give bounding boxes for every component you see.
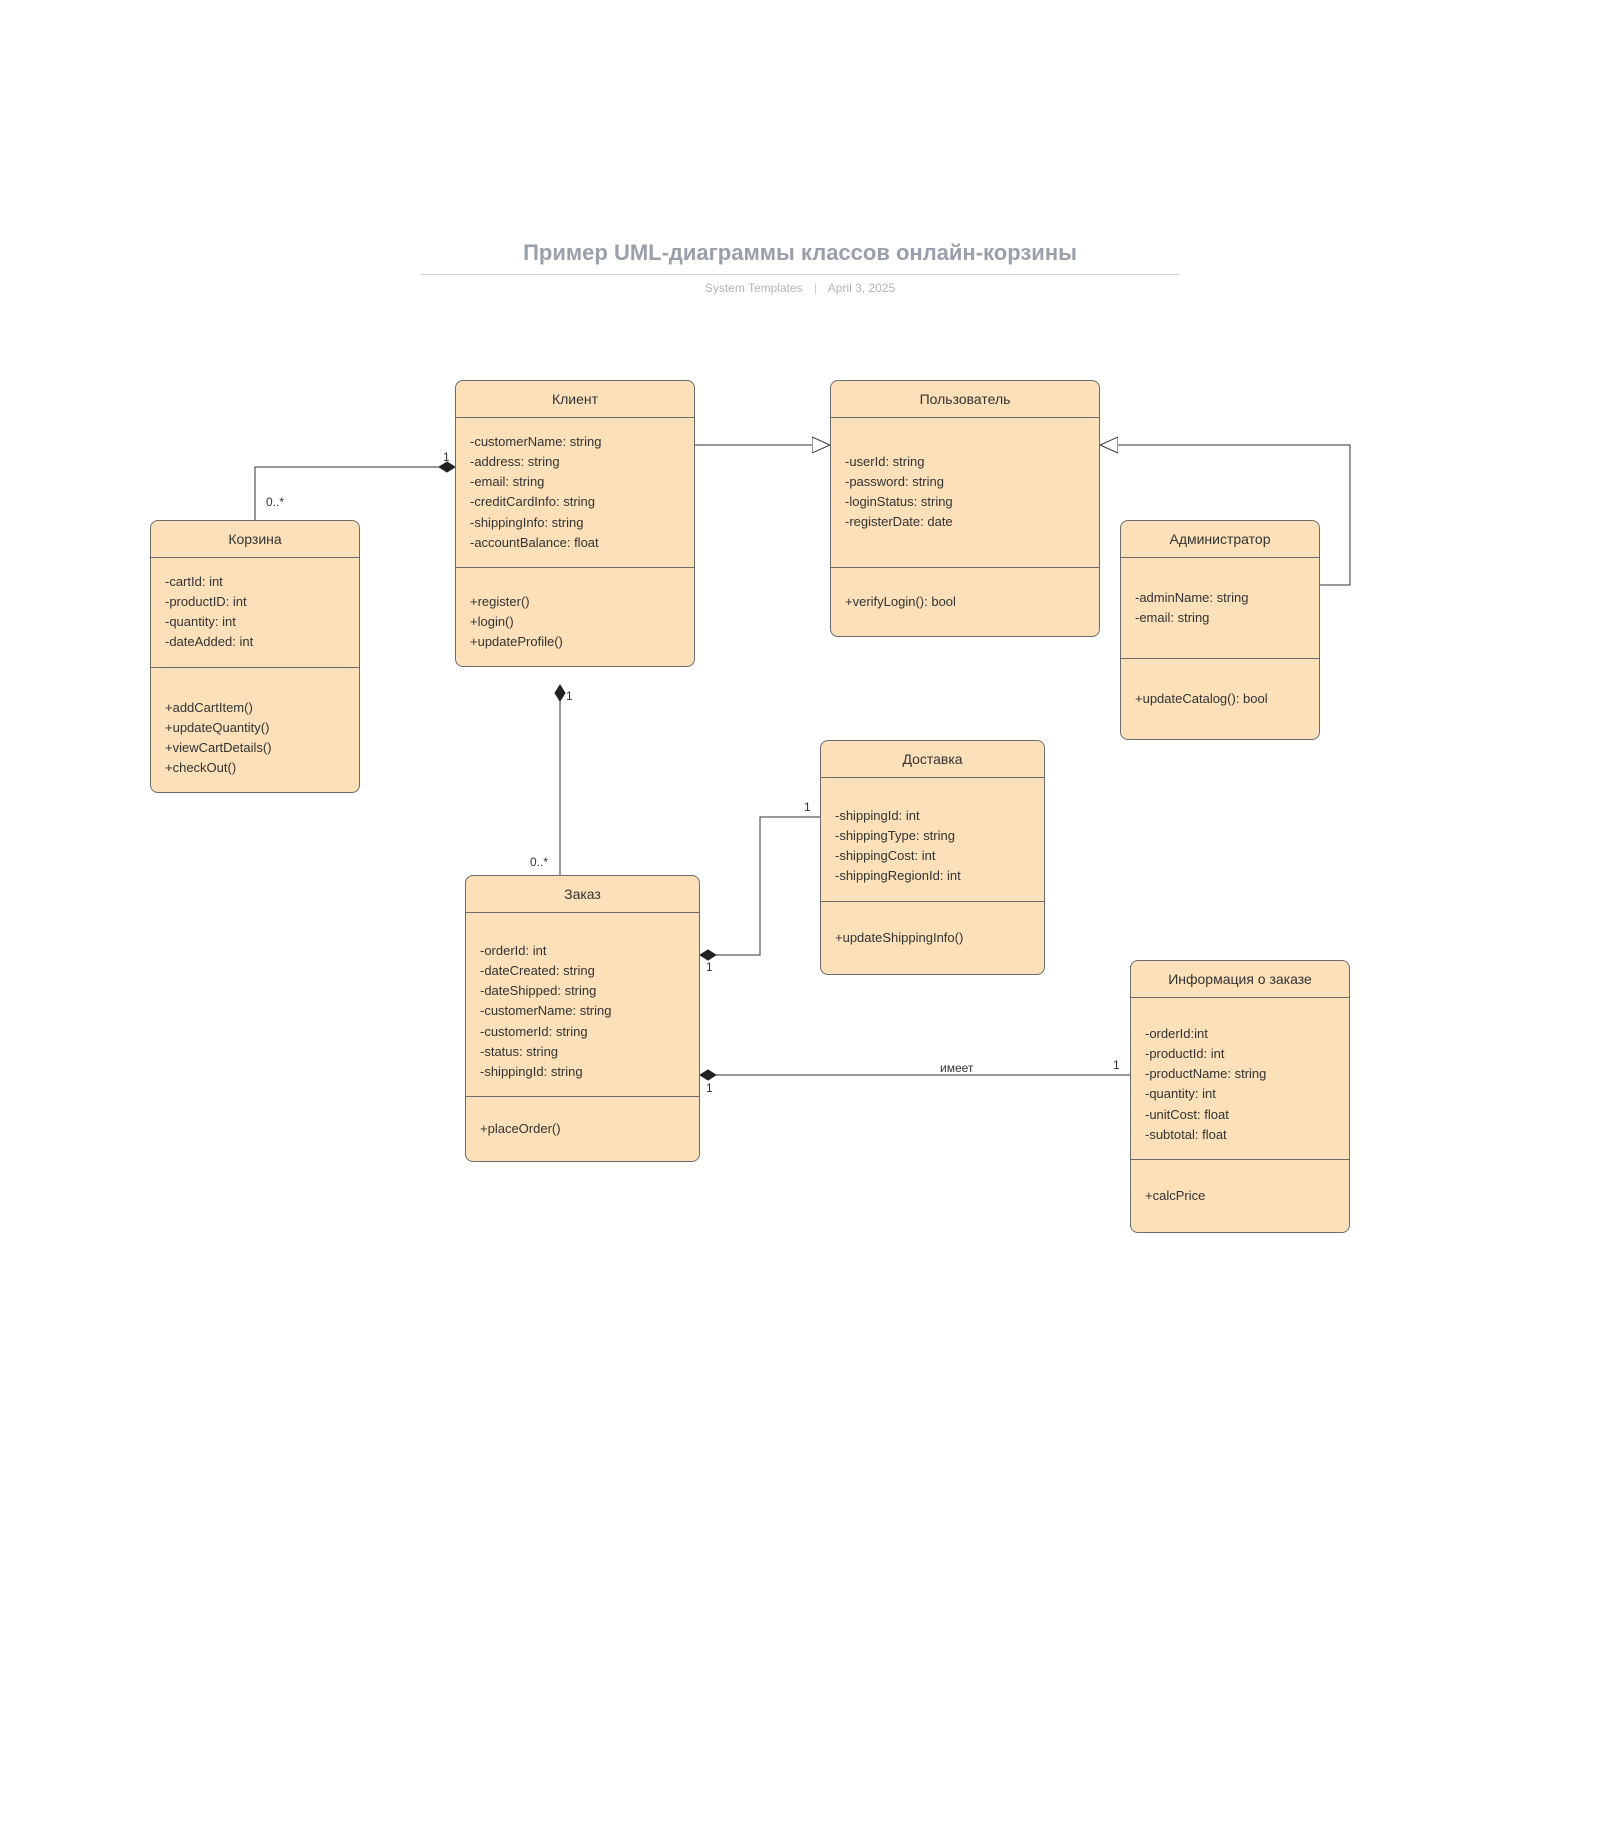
class-client-ops: +register() +login() +updateProfile() [456,568,694,666]
attr: -unitCost: float [1145,1105,1335,1125]
class-admin-name: Администратор [1121,521,1319,558]
attr: -userId: string [845,452,1085,472]
multiplicity-label: 1 [1113,1058,1120,1072]
class-shipping-name: Доставка [821,741,1044,778]
attr: -customerId: string [480,1022,685,1042]
class-order-attrs: -orderId: int -dateCreated: string -date… [466,913,699,1097]
multiplicity-label: 0..* [266,495,284,509]
class-shipping-attrs: -shippingId: int -shippingType: string -… [821,778,1044,902]
attr: -status: string [480,1042,685,1062]
attr: -orderId:int [1145,1024,1335,1044]
class-order-info-ops: +calcPrice [1131,1160,1349,1232]
op: +register() [470,592,680,612]
op: +calcPrice [1145,1186,1335,1206]
diagram-title: Пример UML-диаграммы классов онлайн-корз… [420,240,1180,275]
attr: -shippingRegionId: int [835,866,1030,886]
attr: -creditCardInfo: string [470,492,680,512]
attr: -cartId: int [165,572,345,592]
attr: -loginStatus: string [845,492,1085,512]
class-shipping: Доставка -shippingId: int -shippingType:… [820,740,1045,975]
attr: -productId: int [1145,1044,1335,1064]
diagram-canvas: Корзина -cartId: int -productID: int -qu… [0,295,1600,1495]
op: +verifyLogin(): bool [845,592,1085,612]
attr: -dateCreated: string [480,961,685,981]
attr: -accountBalance: float [470,533,680,553]
attr: -orderId: int [480,941,685,961]
op: +updateProfile() [470,632,680,652]
class-cart-attrs: -cartId: int -productID: int -quantity: … [151,558,359,668]
attr: -quantity: int [1145,1084,1335,1104]
attr: -address: string [470,452,680,472]
multiplicity-label: 0..* [530,855,548,869]
class-cart-name: Корзина [151,521,359,558]
attr: -shippingId: string [480,1062,685,1082]
class-admin-attrs: -adminName: string -email: string [1121,558,1319,659]
attr: -registerDate: date [845,512,1085,532]
subtitle-separator: | [814,281,817,295]
attr: -email: string [1135,608,1305,628]
attr: -customerName: string [480,1001,685,1021]
relation-label-has: имеет [940,1061,973,1075]
op: +viewCartDetails() [165,738,345,758]
multiplicity-label: 1 [566,689,573,703]
attr: -customerName: string [470,432,680,452]
class-user: Пользователь -userId: string -password: … [830,380,1100,637]
class-cart: Корзина -cartId: int -productID: int -qu… [150,520,360,793]
attr: -productName: string [1145,1064,1335,1084]
attr: -shippingId: int [835,806,1030,826]
subtitle-date: April 3, 2025 [828,281,895,295]
class-admin: Администратор -adminName: string -email:… [1120,520,1320,740]
class-client-attrs: -customerName: string -address: string -… [456,418,694,568]
op: +login() [470,612,680,632]
op: +updateCatalog(): bool [1135,689,1305,709]
class-user-name: Пользователь [831,381,1099,418]
multiplicity-label: 1 [706,960,713,974]
class-admin-ops: +updateCatalog(): bool [1121,659,1319,739]
class-client-name: Клиент [456,381,694,418]
class-order: Заказ -orderId: int -dateCreated: string… [465,875,700,1162]
class-order-name: Заказ [466,876,699,913]
multiplicity-label: 1 [706,1081,713,1095]
subtitle-templates: System Templates [705,281,803,295]
class-order-ops: +placeOrder() [466,1097,699,1161]
attr: -adminName: string [1135,588,1305,608]
class-order-info-name: Информация о заказе [1131,961,1349,998]
class-shipping-ops: +updateShippingInfo() [821,902,1044,974]
attr: -quantity: int [165,612,345,632]
connector-layer [0,295,1600,1495]
op: +checkOut() [165,758,345,778]
multiplicity-label: 1 [443,450,450,464]
attr: -productID: int [165,592,345,612]
attr: -email: string [470,472,680,492]
class-user-ops: +verifyLogin(): bool [831,568,1099,636]
op: +updateQuantity() [165,718,345,738]
op: +addCartItem() [165,698,345,718]
attr: -password: string [845,472,1085,492]
multiplicity-label: 1 [804,800,811,814]
class-cart-ops: +addCartItem() +updateQuantity() +viewCa… [151,668,359,793]
attr: -dateAdded: int [165,632,345,652]
diagram-header: Пример UML-диаграммы классов онлайн-корз… [420,240,1180,295]
diagram-subtitle: System Templates | April 3, 2025 [420,281,1180,295]
attr: -subtotal: float [1145,1125,1335,1145]
class-order-info-attrs: -orderId:int -productId: int -productNam… [1131,998,1349,1160]
op: +placeOrder() [480,1119,685,1139]
attr: -shippingType: string [835,826,1030,846]
attr: -dateShipped: string [480,981,685,1001]
class-user-attrs: -userId: string -password: string -login… [831,418,1099,568]
attr: -shippingInfo: string [470,513,680,533]
op: +updateShippingInfo() [835,928,1030,948]
attr: -shippingCost: int [835,846,1030,866]
class-client: Клиент -customerName: string -address: s… [455,380,695,667]
class-order-info: Информация о заказе -orderId:int -produc… [1130,960,1350,1233]
